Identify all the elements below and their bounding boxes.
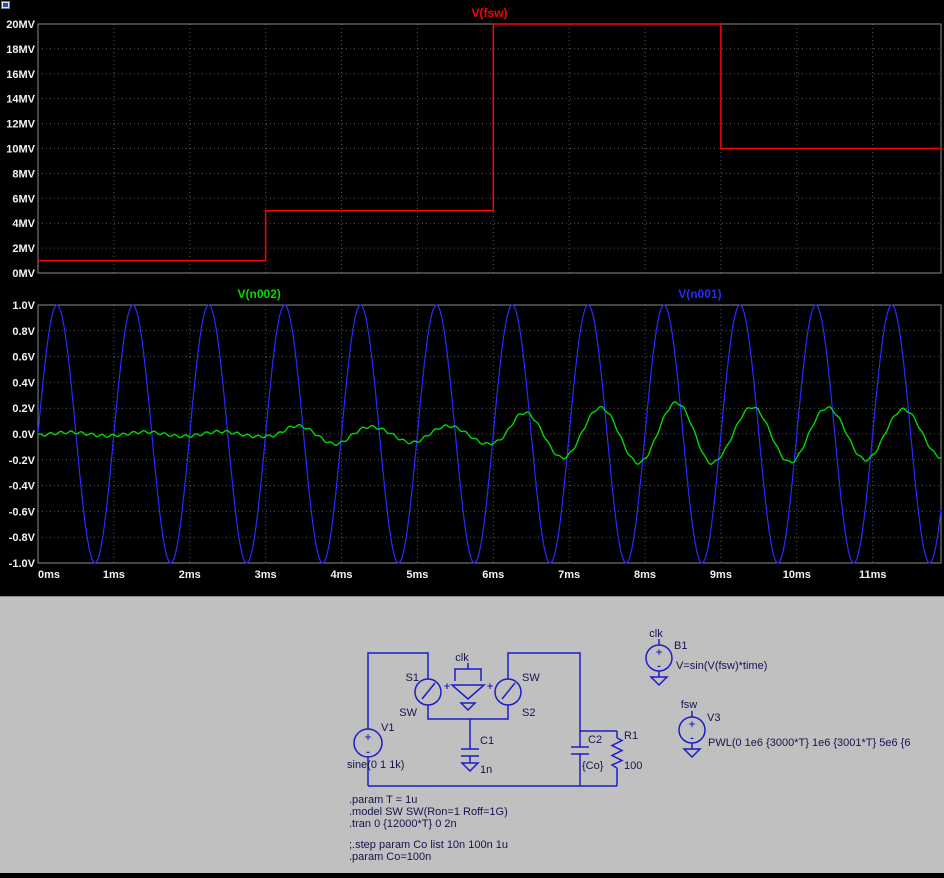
y-axis-tick-label: -0.4V — [9, 481, 36, 493]
s2-model-label[interactable]: SW — [522, 672, 540, 684]
y-axis-tick-label: 18MV — [6, 44, 35, 56]
y-axis-tick-label: -0.8V — [9, 532, 36, 544]
b1-plus: + — [655, 648, 663, 658]
v3-value-label[interactable]: PWL(0 1e6 {3000*T} 1e6 {3001*T} 5e6 {6 — [708, 737, 910, 749]
directive-param-t[interactable]: .param T = 1u — [349, 794, 417, 806]
y-axis-tick-label: 16MV — [6, 69, 35, 81]
s1-ref-label[interactable]: S1 — [406, 672, 419, 684]
s2-switch[interactable] — [494, 678, 522, 706]
schematic-editor[interactable]: + - + + + - + - S1 SW SW S2 clk V1 sine(… — [0, 596, 944, 873]
c2-ref-label[interactable]: C2 — [588, 734, 602, 746]
trace-legend-V(n001)[interactable]: V(n001) — [678, 287, 721, 301]
control-wire — [454, 668, 482, 681]
x-axis-tick-label: 2ms — [179, 569, 201, 581]
y-axis-tick-label: 0.8V — [12, 326, 35, 338]
v3-voltage-source[interactable]: + - — [678, 711, 706, 759]
y-axis-tick-label: 8MV — [12, 168, 35, 180]
directive-step-comment[interactable]: ;.step param Co list 10n 100n 1u — [349, 839, 508, 851]
wire-node-a[interactable] — [427, 705, 509, 720]
x-axis-tick-label: 6ms — [482, 569, 504, 581]
c1-value-label[interactable]: 1n — [480, 764, 492, 776]
b1-ground-icon — [649, 676, 669, 687]
control-ground-icon — [459, 702, 477, 712]
b1-clk-net-label[interactable]: clk — [649, 628, 663, 640]
v1-plus: + — [364, 733, 372, 743]
r1-resistor[interactable] — [610, 737, 624, 769]
s2-lever — [501, 682, 516, 700]
y-axis-tick-label: 6MV — [12, 193, 35, 205]
x-axis-tick-label: 8ms — [634, 569, 656, 581]
v1-minus: - — [366, 748, 370, 758]
x-axis-tick-label: 10ms — [783, 569, 811, 581]
trace-legend-V(fsw)[interactable]: V(fsw) — [472, 6, 508, 20]
y-axis-tick-label: 20MV — [6, 19, 35, 31]
clk-net-label[interactable]: clk — [455, 652, 469, 664]
v3-plus: + — [688, 720, 696, 730]
waveform-viewer[interactable]: 0MV 2MV 4MV 6MV 8MV 10MV 12MV 14MV 16MV 18MV 20MV V… — [0, 0, 944, 596]
r1-ref-label[interactable]: R1 — [624, 730, 638, 742]
y-axis-tick-label: 10MV — [6, 144, 35, 156]
v1-ref-label[interactable]: V1 — [381, 722, 394, 734]
window-icon[interactable] — [1, 1, 10, 9]
x-axis-tick-label: 0ms — [38, 569, 60, 581]
y-axis-tick-label: 14MV — [6, 94, 35, 106]
y-axis-tick-label: 0.4V — [12, 377, 35, 389]
c1-capacitor[interactable] — [460, 748, 480, 773]
y-axis-tick-label: -1.0V — [9, 558, 36, 570]
wire-v1-to-s1[interactable] — [367, 652, 429, 729]
y-axis-tick-label: 0.0V — [12, 429, 35, 441]
switch-control-network[interactable]: + + — [443, 663, 494, 712]
y-axis-tick-label: 0.2V — [12, 403, 35, 415]
s1-model-label[interactable]: SW — [399, 707, 417, 719]
c2-value-label[interactable]: {Co} — [582, 760, 604, 772]
b1-ref-label[interactable]: B1 — [674, 640, 687, 652]
c1-ref-label[interactable]: C1 — [480, 735, 494, 747]
x-axis-tick-label: 3ms — [255, 569, 277, 581]
x-axis-tick-label: 4ms — [331, 569, 353, 581]
s2-control-plus: + — [486, 682, 494, 692]
r1-zigzag — [610, 737, 624, 769]
schematic-canvas[interactable]: + - + + + - + - S1 SW SW S2 clk V1 sine(… — [0, 597, 944, 873]
y-axis-tick-label: 0.6V — [12, 352, 35, 364]
control-triangle — [450, 684, 486, 700]
x-axis-tick-label: 1ms — [103, 569, 125, 581]
y-axis-tick-label: 4MV — [12, 218, 35, 230]
b1-behavioral-source[interactable]: + - — [645, 639, 673, 687]
s2-ref-label[interactable]: S2 — [522, 707, 535, 719]
directive-model-sw[interactable]: .model SW SW(Ron=1 Roff=1G) — [349, 806, 508, 818]
wire-s2-to-output[interactable] — [507, 652, 617, 732]
v1-voltage-source[interactable]: + - — [353, 728, 383, 758]
x-axis-tick-label: 7ms — [558, 569, 580, 581]
waveform-plot-svg[interactable]: 0MV 2MV 4MV 6MV 8MV 10MV 12MV 14MV 16MV 18MV 20MV V… — [0, 0, 944, 596]
s1-lever — [421, 682, 436, 700]
v3-minus: - — [690, 734, 694, 744]
v3-ref-label[interactable]: V3 — [707, 712, 720, 724]
s1-control-plus: + — [443, 682, 451, 692]
y-axis-tick-label: 1.0V — [12, 300, 35, 312]
c2-capacitor[interactable] — [571, 746, 589, 755]
r1-value-label[interactable]: 100 — [624, 760, 642, 772]
x-axis-tick-label: 11ms — [859, 569, 887, 581]
directive-tran[interactable]: .tran 0 {12000*T} 0 2n — [349, 818, 457, 830]
x-axis-tick-label: 5ms — [406, 569, 428, 581]
v3-ground-icon — [682, 748, 702, 759]
plot-pane-1[interactable]: 0MV 2MV 4MV 6MV 8MV 10MV 12MV 14MV 16MV 18MV 20MV V… — [6, 6, 942, 280]
v1-value-label[interactable]: sine(0 1 1k) — [347, 759, 404, 771]
y-axis-tick-label: 12MV — [6, 119, 35, 131]
b1-value-label[interactable]: V=sin(V(fsw)*time) — [676, 660, 767, 672]
x-axis-tick-label: 9ms — [710, 569, 732, 581]
plot-pane-2[interactable]: -1.0V -0.8V -0.6V -0.4V -0.2V 0.0V 0.2V 0.4V 0.6… — [9, 287, 942, 581]
directive-param-co[interactable]: .param Co=100n — [349, 851, 431, 863]
y-axis-tick-label: 0MV — [12, 268, 35, 280]
y-axis-tick-label: 2MV — [12, 243, 35, 255]
trace-legend-V(n002)[interactable]: V(n002) — [238, 287, 281, 301]
y-axis-tick-label: -0.2V — [9, 455, 36, 467]
c1-ground-icon — [460, 762, 480, 773]
y-axis-tick-label: -0.6V — [9, 506, 36, 518]
b1-minus: - — [657, 662, 661, 672]
fsw-net-label[interactable]: fsw — [681, 699, 698, 711]
